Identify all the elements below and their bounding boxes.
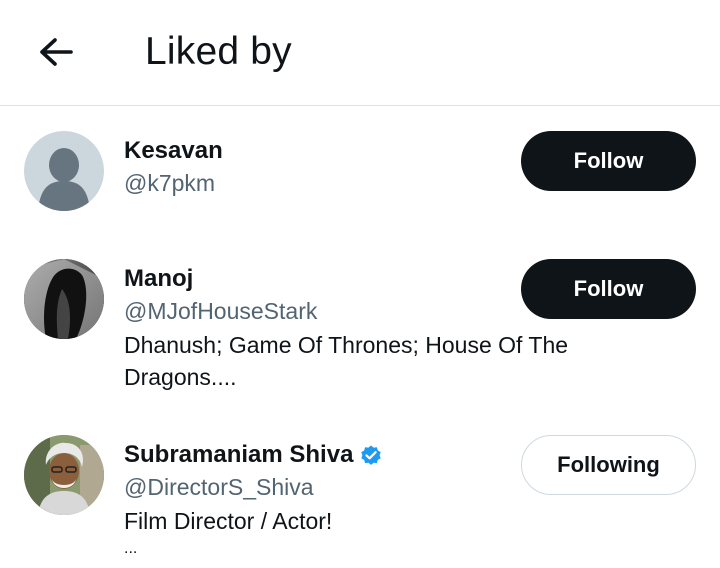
profile-photo-icon [24, 259, 104, 339]
user-bio: Dhanush; Game Of Thrones; House Of The D… [124, 329, 594, 393]
following-button[interactable]: Following [521, 435, 696, 495]
default-avatar-icon [38, 148, 90, 211]
avatar-photo[interactable] [24, 435, 104, 515]
page-title: Liked by [145, 30, 292, 73]
bio-line: ... [124, 540, 138, 557]
user-name[interactable]: Kesavan [124, 137, 223, 165]
user-row[interactable]: Manoj @MJofHouseStark Dhanush; Game Of T… [0, 259, 720, 390]
bio-line: Film Director / Actor! [124, 508, 333, 534]
back-button[interactable] [30, 30, 82, 74]
avatar-default[interactable] [24, 131, 104, 211]
follow-button[interactable]: Follow [521, 131, 696, 191]
avatar-photo[interactable] [24, 259, 104, 339]
bio-line: Dhanush; Game Of Thrones; House Of The [124, 332, 569, 358]
user-name[interactable]: Subramaniam Shiva [124, 441, 353, 469]
top-bar: Liked by [0, 0, 720, 106]
user-row[interactable]: Subramaniam Shiva @DirectorS_Shiva Film … [0, 435, 720, 568]
verified-badge-icon [361, 445, 382, 465]
follow-button[interactable]: Follow [521, 259, 696, 319]
profile-photo-icon [24, 435, 104, 515]
user-name[interactable]: Manoj [124, 265, 193, 293]
user-row[interactable]: Kesavan @k7pkm Follow [0, 131, 720, 221]
back-arrow-icon [40, 38, 73, 66]
user-bio: Film Director / Actor! ... [124, 505, 594, 561]
bio-line: Dragons.... [124, 364, 237, 390]
